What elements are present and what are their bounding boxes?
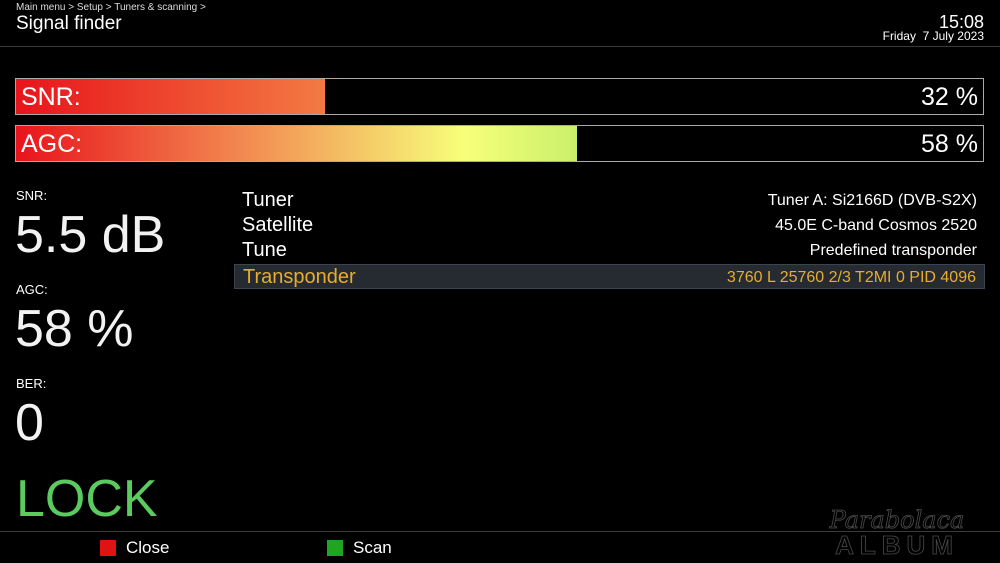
watermark-logo: Parabolaca ALBUM — [828, 506, 965, 556]
agc-stat-label: AGC: — [16, 282, 48, 297]
info-key: Tune — [242, 239, 287, 261]
info-value: 3760 L 25760 2/3 T2MI 0 PID 4096 — [726, 269, 976, 286]
ber-stat-label: BER: — [16, 376, 47, 391]
clock-date: Friday 7 July 2023 — [882, 29, 984, 43]
tuning-info-list: Tuner Tuner A: Si2166D (DVB-S2X) Satelli… — [234, 188, 985, 289]
agc-stat-value: 58 % — [15, 300, 134, 358]
snr-stat-value: 5.5 dB — [15, 206, 166, 264]
info-value: Tuner A: Si2166D (DVB-S2X) — [767, 192, 977, 209]
scan-button-label: Scan — [353, 538, 392, 557]
close-button-label: Close — [126, 538, 170, 557]
info-row-satellite[interactable]: Satellite 45.0E C-band Cosmos 2520 — [234, 213, 985, 238]
info-row-tune[interactable]: Tune Predefined transponder — [234, 238, 985, 263]
scan-button[interactable]: Scan — [327, 538, 392, 558]
close-button[interactable]: Close — [100, 538, 169, 558]
snr-stat-label: SNR: — [16, 188, 48, 203]
watermark-line2: ALBUM — [835, 530, 959, 556]
agc-bar-label: AGC: — [21, 130, 83, 158]
info-key: Transponder — [243, 266, 356, 288]
ber-stat-value: 0 — [15, 394, 44, 452]
info-row-tuner[interactable]: Tuner Tuner A: Si2166D (DVB-S2X) — [234, 188, 985, 213]
agc-progress-bar: AGC: 58 % — [15, 125, 984, 162]
info-value: 45.0E C-band Cosmos 2520 — [775, 217, 977, 234]
snr-progress-bar: SNR: 32 % — [15, 78, 984, 115]
snr-bar-value: 32 % — [921, 83, 978, 111]
snr-bar-label: SNR: — [21, 83, 81, 111]
info-row-transponder[interactable]: Transponder 3760 L 25760 2/3 T2MI 0 PID … — [234, 264, 985, 289]
info-value: Predefined transponder — [809, 242, 977, 259]
lock-status: LOCK — [16, 470, 158, 528]
agc-bar-fill — [16, 126, 577, 161]
info-key: Satellite — [242, 214, 314, 236]
page-title: Signal finder — [16, 13, 122, 34]
header-bar: Main menu > Setup > Tuners & scanning > … — [0, 0, 1000, 47]
agc-bar-value: 58 % — [921, 130, 978, 158]
green-key-icon — [327, 540, 343, 556]
red-key-icon — [100, 540, 116, 556]
info-key: Tuner — [242, 189, 294, 211]
